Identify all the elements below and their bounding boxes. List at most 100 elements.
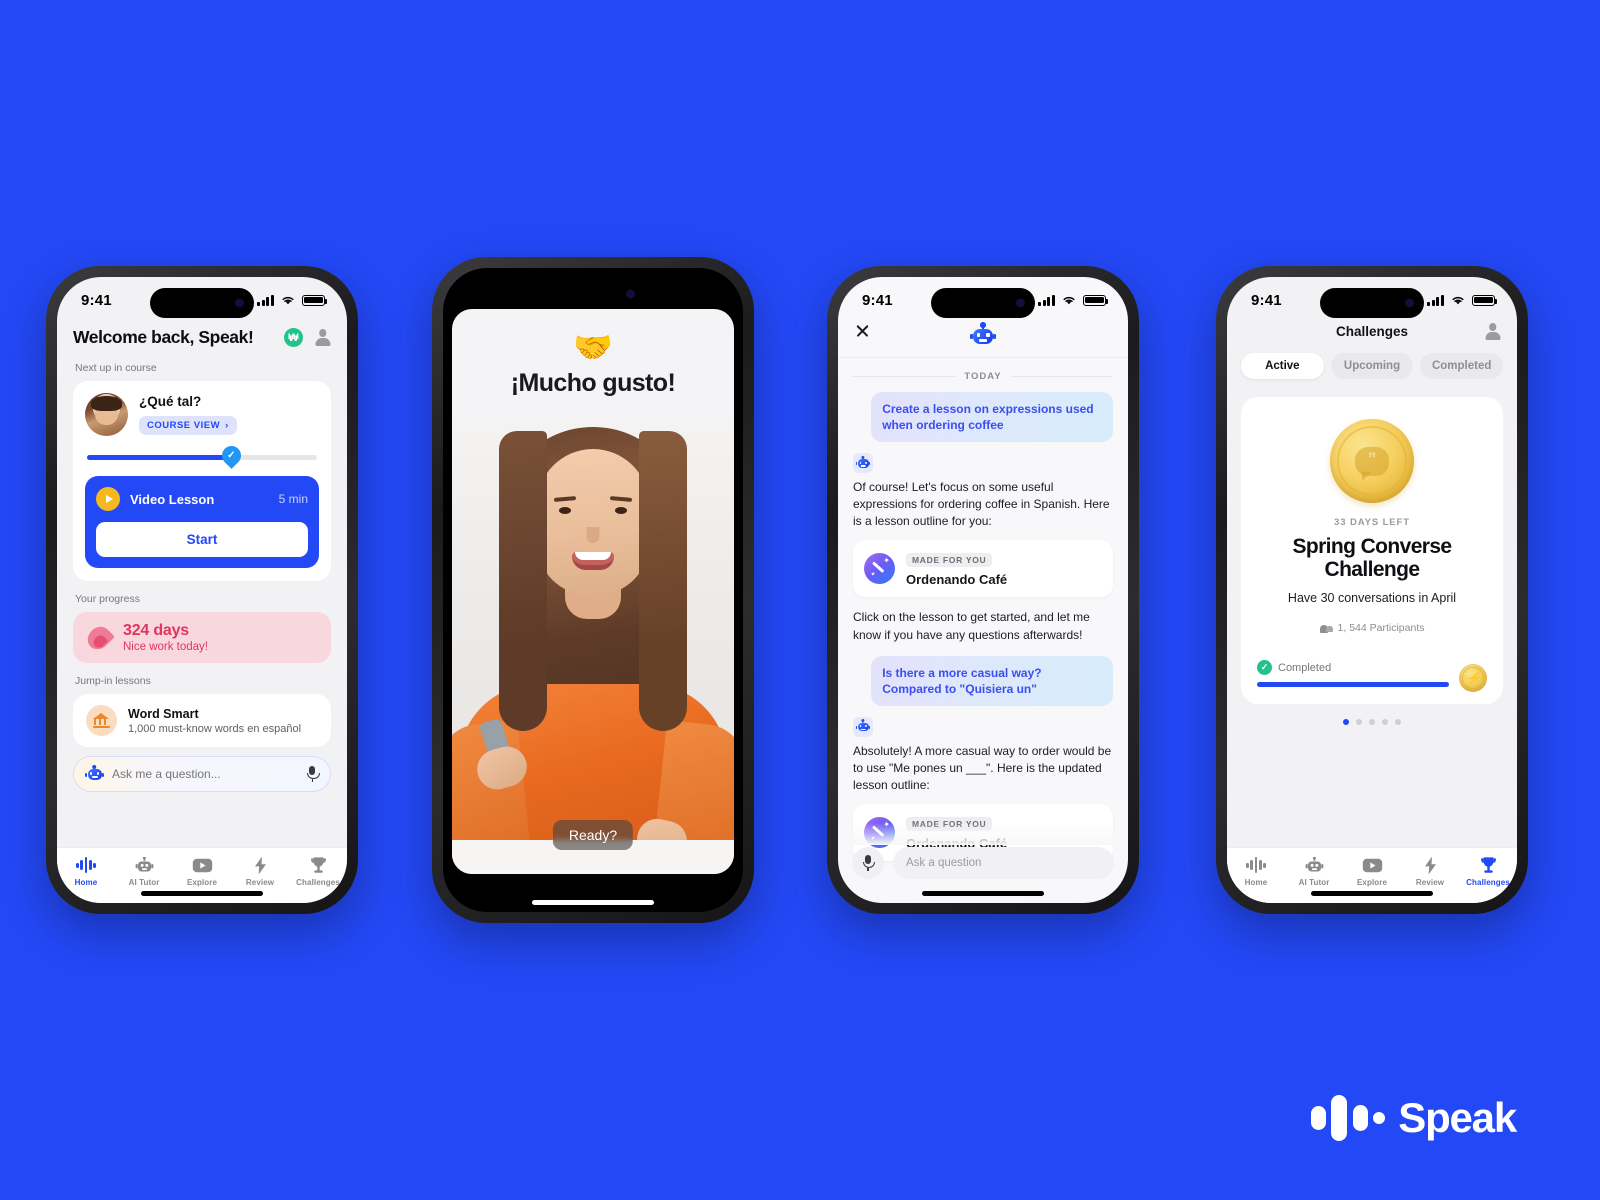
next-up-card[interactable]: ¿Qué tal? COURSE VIEW › ✓ Video Lesson 5… <box>73 381 331 581</box>
progress-label: Completed <box>1278 661 1332 674</box>
streak-note: Nice work today! <box>123 641 209 653</box>
nav-item-explore[interactable]: Explore <box>173 855 231 887</box>
course-name: ¿Qué tal? <box>139 394 202 409</box>
progress-bar <box>1257 682 1449 687</box>
magic-wand-icon: ✦ <box>864 553 895 585</box>
people-icon <box>1319 623 1333 634</box>
nav-label: AI Tutor <box>1298 878 1330 887</box>
microphone-icon[interactable] <box>307 766 320 782</box>
profile-icon[interactable] <box>1484 323 1501 340</box>
chat-header <box>838 322 1128 358</box>
nav-item-home[interactable]: Home <box>57 855 115 887</box>
currency-badge[interactable]: ₩ <box>284 328 303 347</box>
phone-mockup-ai-chat: 9:41 TODAY Create a lesson on expression… <box>827 266 1139 914</box>
speak-waveform-logo <box>1310 1095 1386 1141</box>
profile-icon[interactable] <box>314 329 331 346</box>
nav-item-home[interactable]: Home <box>1227 855 1285 887</box>
ask-question-input[interactable]: Ask me a question... <box>73 756 331 792</box>
video-lesson-block[interactable]: Video Lesson 5 min Start <box>85 476 319 568</box>
wifi-icon <box>282 296 294 305</box>
tab-upcoming[interactable]: Upcoming <box>1330 353 1414 379</box>
close-icon[interactable] <box>855 323 870 338</box>
word-smart-title: Word Smart <box>128 706 199 721</box>
waveform-icon <box>76 857 96 873</box>
lightning-coin-icon: ⚡ <box>1459 663 1487 692</box>
chat-input[interactable]: Ask a question <box>893 847 1114 879</box>
course-view-button[interactable]: COURSE VIEW › <box>139 416 237 435</box>
nav-item-review[interactable]: Review <box>231 855 289 887</box>
chat-bubble-user: Create a lesson on expressions used when… <box>871 392 1113 443</box>
nav-label: Review <box>1415 878 1445 887</box>
challenge-card[interactable]: ” 33 DAYS LEFT Spring Converse Challenge… <box>1241 397 1503 704</box>
flame-icon <box>87 624 111 652</box>
nav-item-challenges[interactable]: Challenges <box>289 855 347 887</box>
nav-label: Challenges <box>1466 878 1510 887</box>
next-up-section-label: Next up in course <box>75 362 157 374</box>
trophy-icon <box>310 856 326 873</box>
chat-messages: TODAY Create a lesson on expressions use… <box>838 371 1128 861</box>
wifi-icon <box>1452 296 1464 305</box>
video-play-icon <box>192 858 212 872</box>
day-divider-label: TODAY <box>964 371 1002 382</box>
play-icon <box>96 487 120 511</box>
lightning-bolt-icon <box>1424 856 1436 874</box>
tab-completed[interactable]: Completed <box>1420 353 1504 379</box>
home-content: Welcome back, Speak! ₩ Next up in course… <box>57 323 347 792</box>
home-indicator <box>141 891 263 896</box>
nav-item-review[interactable]: Review <box>1401 855 1459 887</box>
chat-bubble-ai: Of course! Let's focus on some useful ex… <box>853 480 1110 529</box>
robot-icon <box>1305 856 1323 871</box>
lesson-card-title: Ordenando Café <box>906 572 1008 588</box>
nav-item-ai-tutor[interactable]: AI Tutor <box>1285 855 1343 887</box>
nav-item-challenges[interactable]: Challenges <box>1459 855 1517 887</box>
microphone-button[interactable] <box>852 847 884 879</box>
chat-bubble-ai: Absolutely! A more casual way to order w… <box>853 743 1112 792</box>
waveform-icon <box>1246 857 1266 873</box>
chat-bot-avatar <box>853 716 873 737</box>
ready-prompt[interactable]: Ready? <box>552 820 634 850</box>
lesson-name: Video Lesson <box>130 491 215 507</box>
challenge-progress: ✓ Completed ⚡ <box>1257 660 1487 692</box>
status-time: 9:41 <box>862 291 893 309</box>
carousel-pagination[interactable] <box>1227 718 1517 725</box>
speech-bubble-coin-icon: ” <box>1330 419 1414 503</box>
page-title: Challenges <box>1335 324 1409 339</box>
nav-label: Explore <box>1356 878 1388 887</box>
streak-card[interactable]: 324 days Nice work today! <box>73 612 331 663</box>
video-play-icon <box>1362 858 1382 872</box>
page-title: Welcome back, Speak! <box>73 327 254 347</box>
phone-mockup-challenges: 9:41 Challenges Active Upcoming Complete… <box>1216 266 1528 914</box>
cellular-bars-icon <box>257 294 274 306</box>
challenges-screen: 9:41 Challenges Active Upcoming Complete… <box>1227 277 1517 903</box>
status-time: 9:41 <box>1251 291 1282 309</box>
tutor-face <box>537 449 649 595</box>
video-player[interactable]: 🤝 ¡Mucho gusto! Ready? <box>452 309 734 874</box>
trophy-icon <box>1480 856 1496 873</box>
participants-row: 1, 544 Participants <box>1257 622 1487 634</box>
nav-item-explore[interactable]: Explore <box>1343 855 1401 887</box>
word-smart-card[interactable]: Word Smart 1,000 must-know words en espa… <box>73 694 331 747</box>
progress-section-label: Your progress <box>75 593 140 605</box>
ai-chat-screen: 9:41 TODAY Create a lesson on expression… <box>838 277 1128 903</box>
handshake-icon: 🤝 <box>573 329 613 365</box>
streak-days: 324 days <box>123 622 190 639</box>
tutor-avatar <box>85 393 128 436</box>
home-screen: 9:41 Welcome back, Speak! ₩ Next up in c… <box>57 277 347 903</box>
tab-active[interactable]: Active <box>1241 353 1324 379</box>
nav-item-ai-tutor[interactable]: AI Tutor <box>115 855 173 887</box>
wifi-icon <box>1063 296 1075 305</box>
video-lesson-screen: 🤝 ¡Mucho gusto! Ready? <box>443 268 743 912</box>
poster-canvas: 9:41 Welcome back, Speak! ₩ Next up in c… <box>0 0 1600 1200</box>
chevron-right-icon: › <box>225 420 229 431</box>
challenge-title: Spring Converse Challenge <box>1292 535 1452 582</box>
made-for-you-lesson-card[interactable]: ✦ MADE FOR YOU Ordenando Café <box>853 540 1113 598</box>
page-dot <box>1382 718 1388 725</box>
home-indicator <box>922 891 1044 896</box>
home-indicator <box>1311 891 1433 896</box>
start-button[interactable]: Start <box>96 522 308 557</box>
cellular-bars-icon <box>1038 294 1055 306</box>
lesson-phrase-header: 🤝 ¡Mucho gusto! <box>452 309 734 398</box>
participants-count: 1, 544 Participants <box>1337 622 1425 635</box>
scroll-fade <box>838 823 1128 845</box>
home-header: Welcome back, Speak! ₩ <box>73 323 331 362</box>
